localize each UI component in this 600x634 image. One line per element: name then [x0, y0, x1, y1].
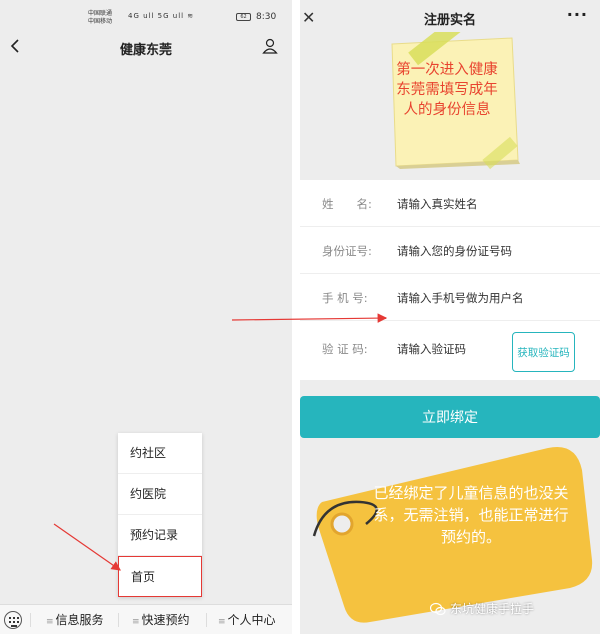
menu-item-community[interactable]: 约社区	[118, 433, 202, 474]
code-input[interactable]	[397, 339, 507, 359]
nav-bar: ✕ 注册实名 ···	[300, 0, 600, 34]
menu-lines-icon: ≡	[218, 617, 226, 627]
code-label: 验 证 码:	[322, 342, 368, 356]
divider	[118, 613, 119, 627]
id-number-row: 身份证号:	[300, 227, 600, 274]
menu-item-records[interactable]: 预约记录	[118, 515, 202, 556]
id-number-label: 身份证号:	[322, 244, 372, 258]
bottom-menu-profile-label: 个人中心	[227, 613, 276, 627]
user-icon[interactable]	[262, 38, 278, 54]
bottom-menu-profile[interactable]: ≡ 个人中心	[218, 611, 276, 628]
more-icon[interactable]: ···	[567, 5, 588, 24]
status-time: 8:30	[256, 12, 277, 22]
bottom-menu-info[interactable]: ≡ 信息服务	[46, 611, 104, 628]
menu-lines-icon: ≡	[46, 617, 54, 627]
tag-note-text: 已经绑定了儿童信息的也没关系，无需注销，也能正常进行预约的。	[373, 484, 569, 546]
name-input[interactable]	[397, 194, 577, 214]
carrier-2: 中国移动	[88, 18, 113, 25]
wechat-icon	[430, 602, 446, 616]
phone-input[interactable]	[397, 288, 577, 308]
menu-item-hospital[interactable]: 约医院	[118, 474, 202, 515]
id-number-input[interactable]	[397, 241, 577, 261]
bottom-menu-booking-label: 快速预约	[141, 613, 190, 627]
watermark: 东坑健康手拉手	[450, 602, 535, 616]
phone-label: 手 机 号:	[322, 291, 368, 305]
divider	[206, 613, 207, 627]
bottom-menu-info-label: 信息服务	[55, 613, 104, 627]
popup-menu: 约社区 约医院 预约记录 首页	[118, 433, 202, 597]
nav-bar: 健康东莞	[0, 30, 292, 66]
carrier-1: 中国联通	[88, 10, 113, 17]
bottom-menu-bar: ≡ 信息服务 ≡ 快速预约 ≡ 个人中心	[0, 604, 292, 634]
name-label: 姓 名:	[322, 197, 372, 211]
signal-icons: 4G ull 5G ull ≋	[128, 12, 195, 20]
keyboard-icon[interactable]	[4, 611, 22, 629]
carrier-info: 中国联通 中国移动	[88, 10, 112, 26]
bind-now-button[interactable]: 立即绑定	[300, 396, 600, 438]
status-bar: 中国联通 中国移动 4G ull 5G ull ≋ 62 8:30	[0, 0, 292, 28]
page-title: 注册实名	[423, 13, 476, 28]
name-row: 姓 名:	[300, 180, 600, 227]
battery-icon: 62	[236, 13, 251, 21]
menu-item-home[interactable]: 首页	[118, 556, 202, 597]
get-code-button[interactable]: 获取验证码	[512, 332, 575, 372]
divider	[30, 613, 31, 627]
bottom-menu-booking[interactable]: ≡ 快速预约	[132, 611, 190, 628]
sticky-note-text: 第一次进入健康东莞需填写成年人的身份信息	[396, 62, 498, 118]
page-title: 健康东莞	[119, 43, 172, 58]
menu-lines-icon: ≡	[132, 617, 140, 627]
left-phone-screen: 中国联通 中国移动 4G ull 5G ull ≋ 62 8:30 健康东莞 约…	[0, 0, 292, 634]
phone-row: 手 机 号:	[300, 274, 600, 321]
right-phone-screen: ✕ 注册实名 ··· 第一次进入健康东莞需填写成年人的身份信息 姓 名: 身份证…	[300, 0, 600, 634]
